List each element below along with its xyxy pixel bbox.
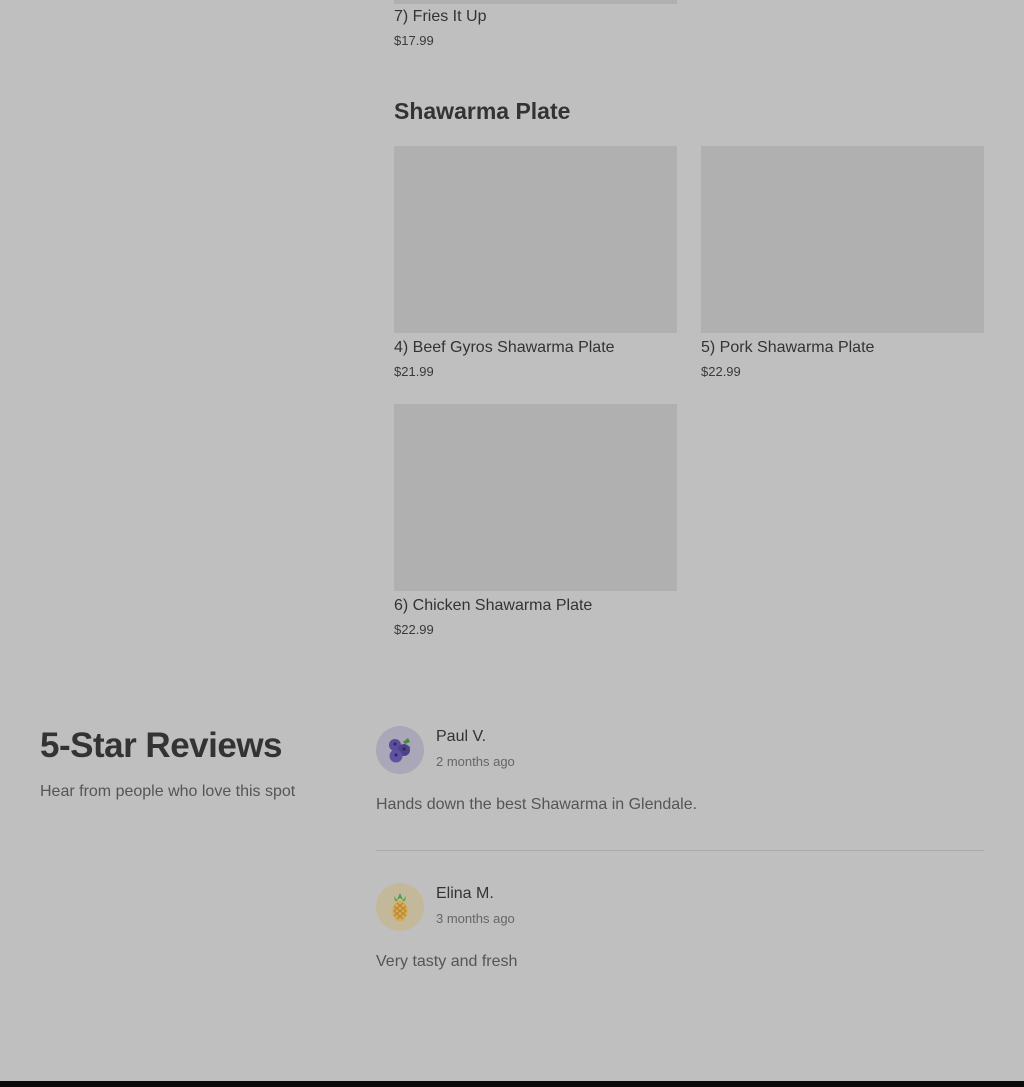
fries-it-up-image[interactable] — [394, 0, 677, 4]
menu-item-price: $22.99 — [394, 622, 434, 637]
menu-item-card[interactable]: 6) Chicken Shawarma Plate $22.99 — [394, 404, 677, 637]
item-price-fries-it-up: $17.99 — [394, 33, 434, 48]
menu-item-price: $22.99 — [701, 364, 741, 379]
reviews-subheading: Hear from people who love this spot — [40, 783, 296, 800]
avatar — [376, 726, 424, 774]
reviewer-name: Paul V. — [436, 728, 487, 745]
menu-item-price: $21.99 — [394, 364, 434, 379]
section-title-shawarma-plate: Shawarma Plate — [394, 98, 571, 124]
menu-item-name: 5) Pork Shawarma Plate — [701, 339, 875, 356]
menu-item-card[interactable]: 4) Beef Gyros Shawarma Plate $21.99 — [394, 146, 677, 379]
review-text: Very tasty and fresh — [376, 953, 518, 970]
review-divider — [376, 850, 984, 851]
blueberries-icon — [389, 738, 411, 763]
reviewer-name: Elina M. — [436, 885, 494, 902]
footer-bar — [0, 1081, 1024, 1087]
pineapple-icon — [392, 893, 408, 921]
review-time: 2 months ago — [436, 754, 515, 769]
menu-item-name: 4) Beef Gyros Shawarma Plate — [394, 339, 615, 356]
menu-item-image[interactable] — [394, 404, 677, 591]
review-time: 3 months ago — [436, 911, 515, 926]
reviews-heading: 5-Star Reviews — [40, 726, 283, 765]
menu-item-image[interactable] — [394, 146, 677, 333]
item-title-fries-it-up[interactable]: 7) Fries It Up — [394, 8, 486, 26]
review-text: Hands down the best Shawarma in Glendale… — [376, 796, 698, 813]
avatar — [376, 883, 424, 931]
review-item: Paul V. 2 months ago Hands down the best… — [376, 726, 984, 826]
menu-item-card[interactable]: 5) Pork Shawarma Plate $22.99 — [701, 146, 984, 379]
review-item: Elina M. 3 months ago Very tasty and fre… — [376, 883, 984, 983]
menu-item-name: 6) Chicken Shawarma Plate — [394, 597, 593, 614]
menu-item-image[interactable] — [701, 146, 984, 333]
